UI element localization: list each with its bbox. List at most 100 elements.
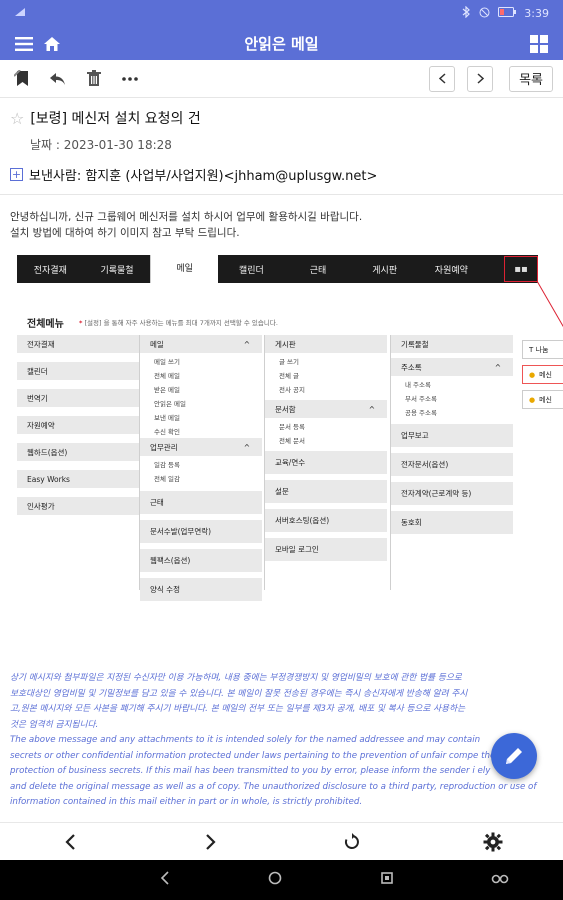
disclaimer-line: 고,원본 메시지와 모든 사본을 폐기해 주시기 바랍니다. 본 메일의 전부 … — [10, 704, 466, 714]
embedded-grid-icon: ▪▪ — [504, 256, 538, 282]
menu-sub: 전체 문서 — [279, 437, 305, 445]
menu-cell: 업무관리 ^ — [140, 438, 262, 457]
menu-sub: 내 주소록 — [405, 381, 431, 389]
flag-icon[interactable] — [10, 67, 34, 91]
menu-sub: 전체 글 — [279, 372, 300, 380]
menu-cell: 웹하드(옵션) — [17, 443, 139, 462]
system-home-icon[interactable] — [268, 871, 282, 889]
trash-icon[interactable] — [82, 67, 106, 91]
disclaimer-line: protection of business secrets. If this … — [10, 766, 491, 776]
mail-date: 날짜 : 2023-01-30 18:28 — [30, 138, 172, 152]
forward-icon[interactable] — [196, 827, 226, 857]
menu-cell: 양식 수정 — [140, 578, 262, 602]
embedded-menu-item: 캘린더 — [238, 265, 264, 276]
battery-icon — [498, 7, 517, 20]
menu-cell: 기록물철 — [391, 335, 513, 354]
menu-sub: 전체 일감 — [154, 475, 180, 483]
menu-cell: 게시판 — [265, 335, 387, 354]
home-icon[interactable] — [38, 30, 66, 58]
menu-cell: 문서수발(업무연락) — [140, 520, 262, 544]
menu-column-1: 전자결재 캘린더 번역기 자원예약 웹하드(옵션) Easy Works 인사평… — [17, 335, 139, 516]
disclaimer-line: secrets or other confidential informatio… — [10, 750, 496, 761]
menu-sub: 보낸 메일 — [154, 414, 180, 422]
menu-cell: 전자문서(옵션) — [391, 453, 513, 477]
menu-cell: 번역기 — [17, 389, 139, 408]
menu-sub: 받은 메일 — [154, 386, 180, 394]
menu-cell: 문서함 ^ — [265, 400, 387, 419]
bottom-nav — [0, 822, 563, 860]
embedded-menu-item: 게시판 — [372, 265, 398, 276]
mail-sender: 보낸사람: 함지훈 (사업부/사업지원)<jhham@uplusgw.net> — [29, 169, 378, 184]
dnd-icon — [479, 7, 490, 21]
menu-sub: 전체 메일 — [154, 372, 180, 380]
menu-sub: 수신 확인 — [154, 428, 180, 436]
back-icon[interactable] — [55, 827, 85, 857]
menu-column-2: 메일 ^ 메일 쓰기 전체 메일 받은 메일 안읽은 메일 보낸 메일 수신 확인… — [140, 335, 262, 602]
signal-icon — [14, 7, 26, 20]
system-recents-icon[interactable] — [380, 872, 393, 888]
next-mail-button[interactable] — [467, 65, 494, 92]
menu-cell: 자원예약 — [17, 416, 139, 435]
page-title: 안읽은 메일 — [244, 35, 319, 53]
menu-cell: 업무보고 — [391, 424, 513, 448]
menu-cell: 설문 — [265, 480, 387, 504]
list-button[interactable]: 목록 — [509, 65, 553, 92]
embedded-menu-item: 메일 — [150, 255, 219, 283]
menu-cell: 동호회 — [391, 511, 513, 535]
menu-cell: 캘린더 — [17, 362, 139, 381]
mail-subject: [보령] 메신저 설치 요청의 건 — [30, 111, 201, 127]
embedded-menu-item: 전자결재 — [33, 265, 67, 276]
system-nav-bar — [0, 860, 563, 900]
menu-cell: 교육/연수 — [265, 451, 387, 475]
side-button: ● 메신 — [522, 390, 563, 409]
body-line: 설치 방법에 대하여 하기 이미지 참고 부탁 드립니다. — [10, 227, 240, 239]
disclaimer-line: and delete the original message as well … — [10, 781, 537, 792]
disclaimer-line: 보호대상인 영업비밀 및 기밀정보를 담고 있을 수 있습니다. 본 메일이 잘… — [10, 688, 468, 699]
menu-sub: 안읽은 메일 — [154, 400, 186, 408]
menu-cell: 전자계약(근로계약 등) — [391, 482, 513, 506]
disclaimer-line: The above message and any attachments to… — [10, 735, 481, 745]
system-back-icon[interactable] — [160, 871, 170, 889]
menu-sub: 일감 등록 — [154, 461, 180, 469]
embedded-menu-item: 기록물철 — [100, 265, 134, 276]
disclaimer-line: 상기 메시지와 첨부파일은 지정된 수신자만 이용 가능하며, 내용 중에는 부… — [10, 673, 462, 683]
compose-button[interactable] — [491, 733, 537, 779]
mail-toolbar: 목록 — [0, 60, 563, 98]
menu-column-3: 게시판 글 쓰기 전체 글 전사 공지 문서함 ^ 문서 등록 전체 문서 교육/… — [265, 335, 387, 562]
embedded-menu-item: 근태 — [309, 265, 327, 276]
settings-icon[interactable] — [478, 827, 508, 857]
body-line: 안녕하십니까, 신규 그룹웨어 메신저를 설치 하시어 업무에 활용하시길 바랍… — [10, 211, 363, 223]
expand-recipients-icon[interactable]: + — [10, 168, 23, 181]
refresh-icon[interactable] — [337, 827, 367, 857]
grid-icon[interactable] — [525, 30, 553, 58]
embedded-image: 전자결재 기록물철 메일 캘린더 근태 게시판 자원예약 ▪▪ 전체메뉴 * [… — [17, 255, 563, 647]
disclaimer-line: information contained in this mail eithe… — [10, 797, 363, 807]
status-time: 3:39 — [524, 7, 549, 20]
menu-cell: 근태 — [140, 491, 262, 515]
menu-sub: 부서 주소록 — [405, 395, 437, 403]
menu-column-4: 기록물철 주소록 ^ 내 주소록 부서 주소록 공용 주소록 업무보고 전자문서(… — [391, 335, 513, 535]
system-multiwindow-icon[interactable] — [491, 872, 509, 888]
prev-mail-button[interactable] — [429, 65, 456, 92]
menu-sub: 공용 주소록 — [405, 409, 437, 417]
side-button: T 나눔 — [522, 340, 563, 359]
star-icon[interactable]: ☆ — [10, 109, 24, 128]
side-button: ● 메신 — [522, 365, 563, 384]
more-icon[interactable] — [118, 67, 142, 91]
menu-sub: 문서 등록 — [279, 423, 305, 431]
menu-sub: 메일 쓰기 — [154, 358, 180, 366]
menu-cell: Easy Works — [17, 470, 139, 489]
bluetooth-icon — [462, 5, 471, 21]
disclaimer-line: 것은 엄격히 금지됩니다. — [10, 719, 99, 730]
reply-icon[interactable] — [46, 67, 70, 91]
menu-icon[interactable] — [10, 30, 38, 58]
pencil-icon — [506, 748, 522, 764]
embedded-menubar: 전자결재 기록물철 메일 캘린더 근태 게시판 자원예약 — [17, 255, 538, 283]
status-bar: 3:39 — [0, 0, 563, 27]
menu-cell: 전자결재 — [17, 335, 139, 354]
mail-disclaimer: 상기 메시지와 첨부파일은 지정된 수신자만 이용 가능하며, 내용 중에는 부… — [0, 647, 563, 811]
all-menu-note: * [설정] 을 통해 자주 사용하는 메뉴를 최대 7개까지 선택할 수 있습… — [79, 319, 278, 327]
menu-cell: 서버호스팅(옵션) — [265, 509, 387, 533]
subject-row: ☆ [보령] 메신저 설치 요청의 건 — [0, 98, 563, 128]
embedded-menu-item: 자원예약 — [434, 265, 468, 276]
